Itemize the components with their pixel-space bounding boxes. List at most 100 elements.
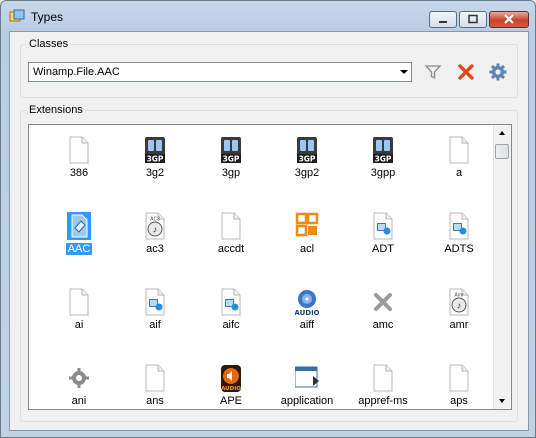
types-window: Types Classes Winamp.File.AAC Extensions… bbox=[0, 0, 536, 438]
extension-item-adts[interactable]: ADTS bbox=[421, 203, 497, 273]
blank-file-icon bbox=[145, 364, 165, 392]
extension-label: accdt bbox=[193, 243, 269, 255]
blank-file-icon bbox=[449, 136, 469, 164]
extension-label: 3gpp bbox=[345, 167, 421, 179]
extension-item-appref-ms[interactable]: appref-ms bbox=[345, 355, 421, 409]
types-app-icon bbox=[9, 9, 25, 22]
extension-label-text: APE bbox=[219, 395, 242, 407]
extension-label-text: amc bbox=[372, 319, 394, 331]
svg-text:3GP: 3GP bbox=[299, 155, 316, 164]
application-file-icon bbox=[295, 366, 319, 388]
extension-item-386[interactable]: 386 bbox=[41, 127, 117, 197]
extension-label: application bbox=[269, 395, 345, 407]
extension-item-aif[interactable]: aif bbox=[117, 279, 193, 349]
extension-label: aps bbox=[421, 395, 497, 407]
media-file-icon bbox=[373, 212, 393, 240]
extension-item-a[interactable]: a bbox=[421, 127, 497, 197]
extension-label: ac3 bbox=[117, 243, 193, 255]
ac3-audio-file-icon: ♪ AC3 bbox=[145, 212, 165, 240]
extension-label-text: amr bbox=[449, 319, 469, 331]
scroll-up-button[interactable] bbox=[494, 125, 510, 141]
extension-label-text: ac3 bbox=[146, 243, 164, 255]
extension-item-amc[interactable]: amc bbox=[345, 279, 421, 349]
extension-label-text: ai bbox=[74, 319, 84, 331]
extension-item-adt[interactable]: ADT bbox=[345, 203, 421, 273]
extension-label-text: aiff bbox=[299, 319, 315, 331]
extension-item-aifc[interactable]: aifc bbox=[193, 279, 269, 349]
close-button[interactable] bbox=[489, 11, 529, 28]
extension-label: ai bbox=[41, 319, 117, 331]
extensions-legend: Extensions bbox=[29, 104, 83, 116]
extension-item-ai[interactable]: ai bbox=[41, 279, 117, 349]
classes-selected-value: Winamp.File.AAC bbox=[33, 66, 120, 78]
gray-x-icon bbox=[374, 293, 392, 311]
minimize-button[interactable] bbox=[429, 11, 457, 28]
chevron-down-icon[interactable] bbox=[400, 70, 408, 74]
amr-audio-file-icon: ♪ Amr bbox=[449, 288, 469, 316]
minimize-icon bbox=[439, 21, 447, 23]
extension-item-application[interactable]: application bbox=[269, 355, 345, 409]
maximize-icon bbox=[468, 14, 478, 24]
scroll-down-button[interactable] bbox=[494, 393, 510, 409]
classes-legend: Classes bbox=[29, 38, 69, 50]
extension-label: ans bbox=[117, 395, 193, 407]
title-bar[interactable]: Types bbox=[1, 1, 535, 31]
extension-item-3gp2[interactable]: 3GP 3gp2 bbox=[269, 127, 345, 197]
maximize-button[interactable] bbox=[459, 11, 487, 28]
extension-item-3gpp[interactable]: 3GP 3gpp bbox=[345, 127, 421, 197]
blank-file-icon bbox=[373, 364, 393, 392]
extension-label-text: ani bbox=[71, 395, 87, 407]
classes-combobox[interactable]: Winamp.File.AAC bbox=[28, 62, 412, 82]
extension-item-accdt[interactable]: accdt bbox=[193, 203, 269, 273]
extension-item-amr[interactable]: ♪ Amr amr bbox=[421, 279, 497, 349]
extension-label-text: 3g2 bbox=[145, 167, 165, 179]
close-icon bbox=[504, 14, 514, 24]
blank-file-icon bbox=[69, 136, 89, 164]
extension-label-text: acl bbox=[299, 243, 315, 255]
extensions-list[interactable]: 386 3GP 3g2 3GP 3gp 3GP 3gp2 3GP 3gpp a AAC ♪ AC3 ac3… bbox=[28, 124, 512, 410]
vertical-scrollbar[interactable] bbox=[493, 125, 511, 409]
extension-label: 3gp bbox=[193, 167, 269, 179]
extension-item-ac3[interactable]: ♪ AC3 ac3 bbox=[117, 203, 193, 273]
delete-x-icon[interactable] bbox=[456, 62, 476, 82]
gear-icon[interactable] bbox=[488, 62, 508, 82]
extension-label-text: application bbox=[280, 395, 334, 407]
extension-label: aifc bbox=[193, 319, 269, 331]
extension-label-text: aps bbox=[450, 395, 468, 407]
blank-file-icon bbox=[449, 364, 469, 392]
extension-item-ani[interactable]: ani bbox=[41, 355, 117, 409]
extension-item-aac[interactable]: AAC bbox=[41, 203, 117, 273]
filter-icon[interactable] bbox=[423, 62, 443, 82]
extension-item-ans[interactable]: ans bbox=[117, 355, 193, 409]
extension-item-aps[interactable]: aps bbox=[421, 355, 497, 409]
extension-label: ADTS bbox=[421, 243, 497, 255]
extension-label: aiff bbox=[269, 319, 345, 331]
extension-label: aif bbox=[117, 319, 193, 331]
svg-text:AUDIO: AUDIO bbox=[221, 386, 241, 392]
svg-text:3GP: 3GP bbox=[375, 155, 392, 164]
extension-item-3gp[interactable]: 3GP 3gp bbox=[193, 127, 269, 197]
extension-item-ape[interactable]: AUDIO APE bbox=[193, 355, 269, 409]
extension-item-aiff[interactable]: AUDIO aiff bbox=[269, 279, 345, 349]
extension-label-text: ADT bbox=[372, 243, 394, 255]
audio-file-icon: AUDIO bbox=[295, 290, 319, 317]
extension-label: amc bbox=[345, 319, 421, 331]
extension-label: amr bbox=[421, 319, 497, 331]
media-file-icon bbox=[449, 212, 469, 240]
scrollbar-thumb[interactable] bbox=[495, 144, 509, 159]
ape-audio-file-icon: AUDIO bbox=[221, 365, 241, 392]
3gp-file-icon: 3GP bbox=[145, 137, 165, 164]
svg-text:♪: ♪ bbox=[153, 225, 158, 235]
extension-label-text: 3gpp bbox=[370, 167, 396, 179]
extension-label: appref-ms bbox=[345, 395, 421, 407]
extension-label: ani bbox=[41, 395, 117, 407]
extension-label-text: aif bbox=[149, 319, 161, 331]
extension-label-text: accdt bbox=[217, 243, 245, 255]
extension-label-text: 386 bbox=[69, 167, 89, 179]
extension-label-text: a bbox=[455, 167, 463, 179]
extension-item-3g2[interactable]: 3GP 3g2 bbox=[117, 127, 193, 197]
winamp-file-icon bbox=[67, 212, 91, 240]
svg-text:3GP: 3GP bbox=[147, 155, 164, 164]
extension-item-acl[interactable]: acl bbox=[269, 203, 345, 273]
extension-label-text: ADTS bbox=[444, 243, 474, 255]
